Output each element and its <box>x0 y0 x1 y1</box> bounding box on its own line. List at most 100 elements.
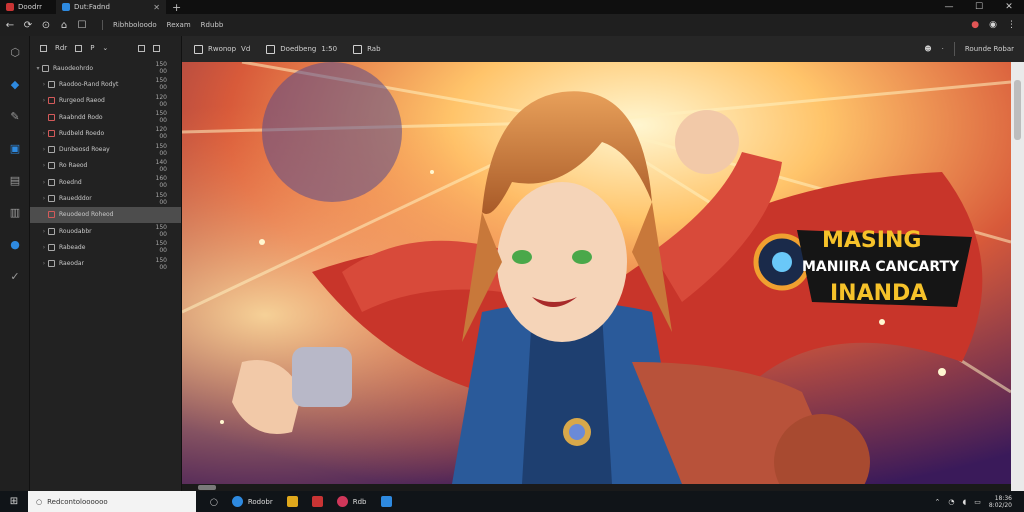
image-icon[interactable]: ▤ <box>0 164 30 196</box>
chevron-icon[interactable]: › <box>40 97 48 104</box>
polygon-icon[interactable]: ⬡ <box>0 36 30 68</box>
close-window-button[interactable]: ✕ <box>994 2 1024 12</box>
tree-row[interactable]: › Rauedddor 150 00 <box>30 190 181 206</box>
close-tab-icon[interactable]: ✕ <box>153 3 160 12</box>
chevron-up-icon[interactable]: ⌃ <box>935 498 941 506</box>
tree-row[interactable]: › Dunbeosd Roeay 150 00 <box>30 141 181 157</box>
battery-icon[interactable]: ▭ <box>974 498 981 506</box>
minimize-button[interactable]: — <box>934 2 964 12</box>
new-folder-icon[interactable] <box>75 44 83 52</box>
dot-icon: · <box>941 45 944 53</box>
toolbar-right-label[interactable]: Rounde Robar <box>965 45 1014 53</box>
vertical-scrollbar[interactable] <box>1011 62 1024 491</box>
tab-label: Dut:Fadnd <box>74 3 110 11</box>
chevron-icon[interactable]: › <box>40 195 48 202</box>
user-icon[interactable]: ☻ <box>924 45 931 53</box>
tree-row-label: Raabndd Rodo <box>59 113 103 121</box>
image-canvas[interactable]: MASING MANIIRA CANCARTY INANDA <box>182 62 1011 484</box>
horizontal-scrollbar[interactable] <box>182 484 1011 491</box>
url-segment: Rdubb <box>200 21 224 29</box>
tree-row[interactable]: Raabndd Rodo 150 00 <box>30 109 181 125</box>
globe-icon[interactable]: ● <box>0 228 30 260</box>
clock-time: 18:36 <box>994 494 1012 502</box>
file-icon <box>48 80 55 88</box>
tab-doodrr[interactable]: Doodrr <box>0 0 56 14</box>
reload-icon[interactable]: ⊙ <box>40 20 52 31</box>
toolbar-item[interactable]: Rab <box>353 44 381 54</box>
forward-icon[interactable]: ⟳ <box>22 20 34 31</box>
profile-icon[interactable]: ◉ <box>989 20 997 30</box>
back-icon[interactable]: ← <box>4 20 16 31</box>
taskbar-search-input[interactable]: ○ Redcontoloooooo <box>28 491 196 512</box>
clock[interactable]: 18:36 8:02/20 <box>989 495 1012 509</box>
app-icon <box>62 3 70 11</box>
toolbar-item[interactable]: Rwonop Vd <box>194 44 251 54</box>
toolbar-item-extra: Vd <box>241 45 251 53</box>
chevron-icon[interactable]: › <box>40 244 48 251</box>
chevron-icon[interactable]: › <box>40 162 48 169</box>
scroll-thumb[interactable] <box>198 485 216 490</box>
menu-icon[interactable]: ⋮ <box>1007 20 1016 30</box>
url-field[interactable]: Ribhboloodo Rexam Rdubb <box>102 20 223 30</box>
check-icon[interactable]: ✓ <box>0 260 30 292</box>
chevron-icon[interactable]: › <box>40 81 48 88</box>
save-icon[interactable]: ▥ <box>0 196 30 228</box>
chevron-icon[interactable]: › <box>40 260 48 267</box>
layer-icon[interactable]: ▣ <box>0 132 30 164</box>
taskbar-app-label: Rdb <box>352 497 367 506</box>
tree-row[interactable]: › Rurgeod Raeod 120 00 <box>30 93 181 109</box>
file-icon <box>48 178 55 186</box>
taskbar-app[interactable]: Rodobr <box>231 496 273 507</box>
toolbar-item[interactable]: Doedbeng 1:50 <box>266 44 337 54</box>
tree-row[interactable]: › Rabeade 150 00 <box>30 239 181 255</box>
network-icon[interactable]: ◔ <box>948 498 954 506</box>
logo-line-3: INANDA <box>830 281 927 306</box>
volume-icon[interactable]: ◖ <box>963 498 967 506</box>
taskbar-app-label: Rodobr <box>247 497 273 506</box>
explorer-toolbar: Rdr P ⌄ <box>30 36 181 60</box>
home-icon[interactable]: ⌂ <box>58 20 70 31</box>
store-icon[interactable] <box>311 496 323 507</box>
maximize-button[interactable]: ☐ <box>964 2 994 12</box>
explorer-toolbar-label[interactable]: P <box>90 44 94 52</box>
tree-row[interactable]: › Rouodabbr 150 00 <box>30 223 181 239</box>
app-icon <box>6 3 14 11</box>
explorer-toolbar-label[interactable]: Rdr <box>55 44 67 52</box>
tree-row[interactable]: Reuodeod Roheod <box>30 206 181 223</box>
new-file-icon[interactable] <box>40 44 47 52</box>
logo-line-2: MANIIRA CANCARTY <box>802 259 960 275</box>
chevron-icon[interactable]: › <box>40 228 48 235</box>
chevron-down-icon[interactable]: ⌄ <box>102 44 108 52</box>
windows-start-icon[interactable]: ⊞ <box>0 496 28 507</box>
bookmark-icon[interactable]: ☐ <box>76 20 88 31</box>
taskbar-app[interactable]: Rdb <box>336 496 367 507</box>
app-icon[interactable] <box>380 496 392 507</box>
tree-row[interactable]: › Rudbeld Roedo 120 00 <box>30 125 181 141</box>
scroll-thumb[interactable] <box>1014 80 1021 140</box>
tree-row[interactable]: › Raeodar 150 00 <box>30 256 181 272</box>
tab-active[interactable]: Dut:Fadnd ✕ <box>56 0 166 14</box>
filter-icon[interactable] <box>138 44 146 52</box>
drop-icon[interactable]: ◆ <box>0 68 30 100</box>
document-icon <box>266 44 276 54</box>
chevron-icon[interactable]: › <box>40 146 48 153</box>
extension-icon[interactable]: ● <box>971 20 979 30</box>
tree-row-value: 150 00 <box>155 61 167 76</box>
tree-row[interactable]: › Ro Raeod 140 00 <box>30 158 181 174</box>
tree-row-label: Raeodar <box>59 260 85 268</box>
tree-row[interactable]: › Raodoo-Rand Rodyt 150 00 <box>30 76 181 92</box>
folder-icon[interactable] <box>286 496 298 507</box>
tree-row[interactable]: › Roednd 160 00 <box>30 174 181 190</box>
file-tree: ▾ Rauodeohrdo 150 00 › Raodoo-Rand Rodyt 150 … <box>30 60 181 272</box>
chevron-icon[interactable]: ▾ <box>34 65 42 72</box>
tree-row-label: Roednd <box>59 178 82 186</box>
collapse-icon[interactable] <box>153 44 161 52</box>
task-view-icon[interactable]: ◯ <box>210 498 218 506</box>
tree-row[interactable]: ▾ Rauodeohrdo 150 00 <box>30 60 181 76</box>
tab-title-group: Dut:Fadnd <box>62 3 110 11</box>
pin-icon[interactable]: ✎ <box>0 100 30 132</box>
new-tab-button[interactable]: + <box>166 1 187 14</box>
chevron-icon[interactable]: › <box>40 130 48 137</box>
chevron-icon[interactable]: › <box>40 179 48 186</box>
tree-row-value: 150 00 <box>155 256 167 271</box>
